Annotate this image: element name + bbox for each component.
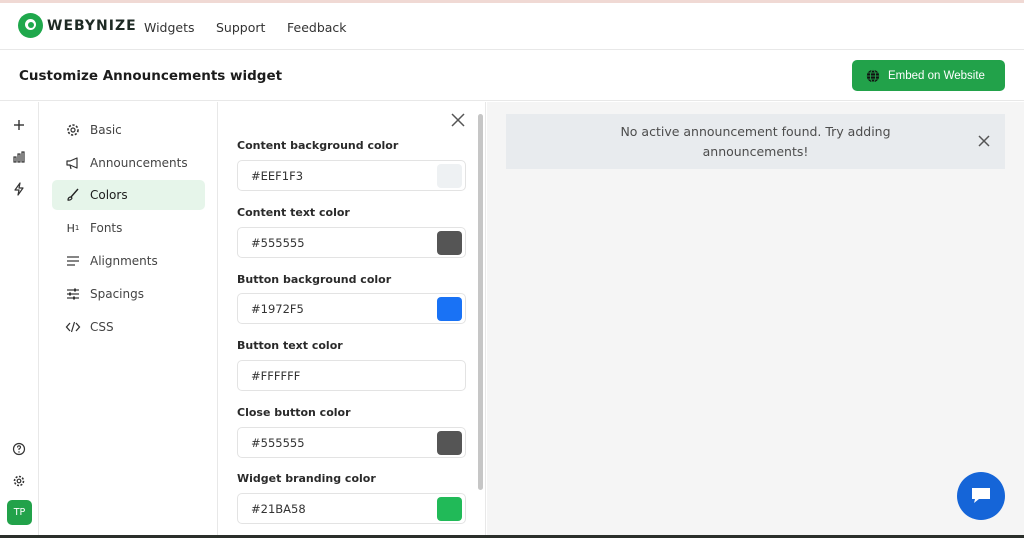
field-label-button-text: Button text color (237, 339, 343, 352)
lightning-icon[interactable] (11, 181, 27, 197)
color-value: #555555 (251, 435, 305, 450)
help-icon[interactable] (11, 441, 27, 457)
field-label-widget-branding: Widget branding color (237, 472, 376, 485)
announcement-notice: No active announcement found. Try adding… (506, 114, 1005, 169)
content-background-color-field[interactable]: #EEF1F3 (237, 160, 466, 191)
field-label-button-background: Button background color (237, 273, 392, 286)
settings-icon[interactable] (11, 473, 27, 489)
plus-icon[interactable] (11, 117, 27, 133)
color-swatch[interactable] (437, 231, 462, 255)
field-label-content-text: Content text color (237, 206, 350, 219)
content-text-color-field[interactable]: #555555 (237, 227, 466, 258)
left-icon-rail: TP (0, 102, 39, 535)
field-label-close-button: Close button color (237, 406, 351, 419)
menu-item-css[interactable]: CSS (52, 312, 205, 342)
page-header: Customize Announcements widget Embed on … (0, 51, 1024, 101)
menu-item-label: Colors (90, 188, 128, 202)
embed-on-website-button[interactable]: Embed on Website (852, 60, 1005, 91)
color-swatch[interactable] (437, 164, 462, 188)
nav-link-support[interactable]: Support (216, 20, 265, 35)
nav-link-feedback[interactable]: Feedback (287, 20, 347, 35)
button-text-color-field[interactable]: #FFFFFF (237, 360, 466, 391)
menu-item-label: Announcements (90, 156, 188, 170)
brush-icon (67, 188, 79, 201)
menu-item-spacings[interactable]: Spacings (52, 279, 205, 309)
logo-text: WEBYNIZE (47, 17, 137, 34)
menu-item-label: Basic (90, 123, 122, 137)
webynize-logo-icon (18, 13, 43, 38)
embed-button-label: Embed on Website (888, 69, 985, 82)
menu-item-label: Alignments (90, 254, 158, 268)
settings-menu: Basic Announcements Colors H1 Fonts Alig… (40, 102, 218, 535)
globe-icon (866, 68, 880, 83)
widget-preview: No active announcement found. Try adding… (487, 102, 1024, 535)
menu-item-fonts[interactable]: H1 Fonts (52, 213, 205, 243)
sliders-icon (67, 288, 79, 300)
menu-item-alignments[interactable]: Alignments (52, 246, 205, 276)
code-icon (65, 321, 81, 333)
colors-panel: Content background color #EEF1F3 Content… (219, 102, 486, 535)
color-value: #1972F5 (251, 301, 304, 316)
menu-item-basic[interactable]: Basic (52, 115, 205, 145)
color-value: #EEF1F3 (251, 168, 304, 183)
color-swatch[interactable] (437, 431, 462, 455)
page-title: Customize Announcements widget (19, 68, 283, 84)
color-value: #FFFFFF (251, 368, 301, 383)
color-swatch[interactable] (437, 364, 462, 388)
menu-item-colors[interactable]: Colors (52, 180, 205, 210)
color-swatch[interactable] (437, 497, 462, 521)
panel-scrollbar[interactable] (478, 114, 483, 490)
field-label-content-background: Content background color (237, 139, 399, 152)
gear-icon (67, 124, 79, 136)
menu-item-label: CSS (90, 320, 114, 334)
chat-bubble-icon (972, 488, 990, 503)
close-icon[interactable] (977, 134, 991, 148)
button-background-color-field[interactable]: #1972F5 (237, 293, 466, 324)
color-value: #21BA58 (251, 501, 306, 516)
nav-link-widgets[interactable]: Widgets (144, 20, 195, 35)
top-navigation: WEBYNIZE Widgets Support Feedback (0, 3, 1024, 50)
heading-icon: H1 (66, 221, 80, 235)
close-button-color-field[interactable]: #555555 (237, 427, 466, 458)
chat-button[interactable] (957, 472, 1005, 520)
avatar[interactable]: TP (7, 500, 32, 525)
menu-item-label: Fonts (90, 221, 123, 235)
color-value: #555555 (251, 235, 305, 250)
notice-text: No active announcement found. Try adding… (620, 123, 891, 159)
bar-chart-icon[interactable] (11, 149, 27, 165)
logo[interactable]: WEBYNIZE (18, 13, 137, 38)
menu-item-announcements[interactable]: Announcements (52, 148, 205, 178)
menu-item-label: Spacings (90, 287, 144, 301)
megaphone-icon (66, 157, 78, 170)
align-icon (67, 256, 79, 266)
close-icon[interactable] (450, 112, 466, 128)
color-swatch[interactable] (437, 297, 462, 321)
widget-branding-color-field[interactable]: #21BA58 (237, 493, 466, 524)
